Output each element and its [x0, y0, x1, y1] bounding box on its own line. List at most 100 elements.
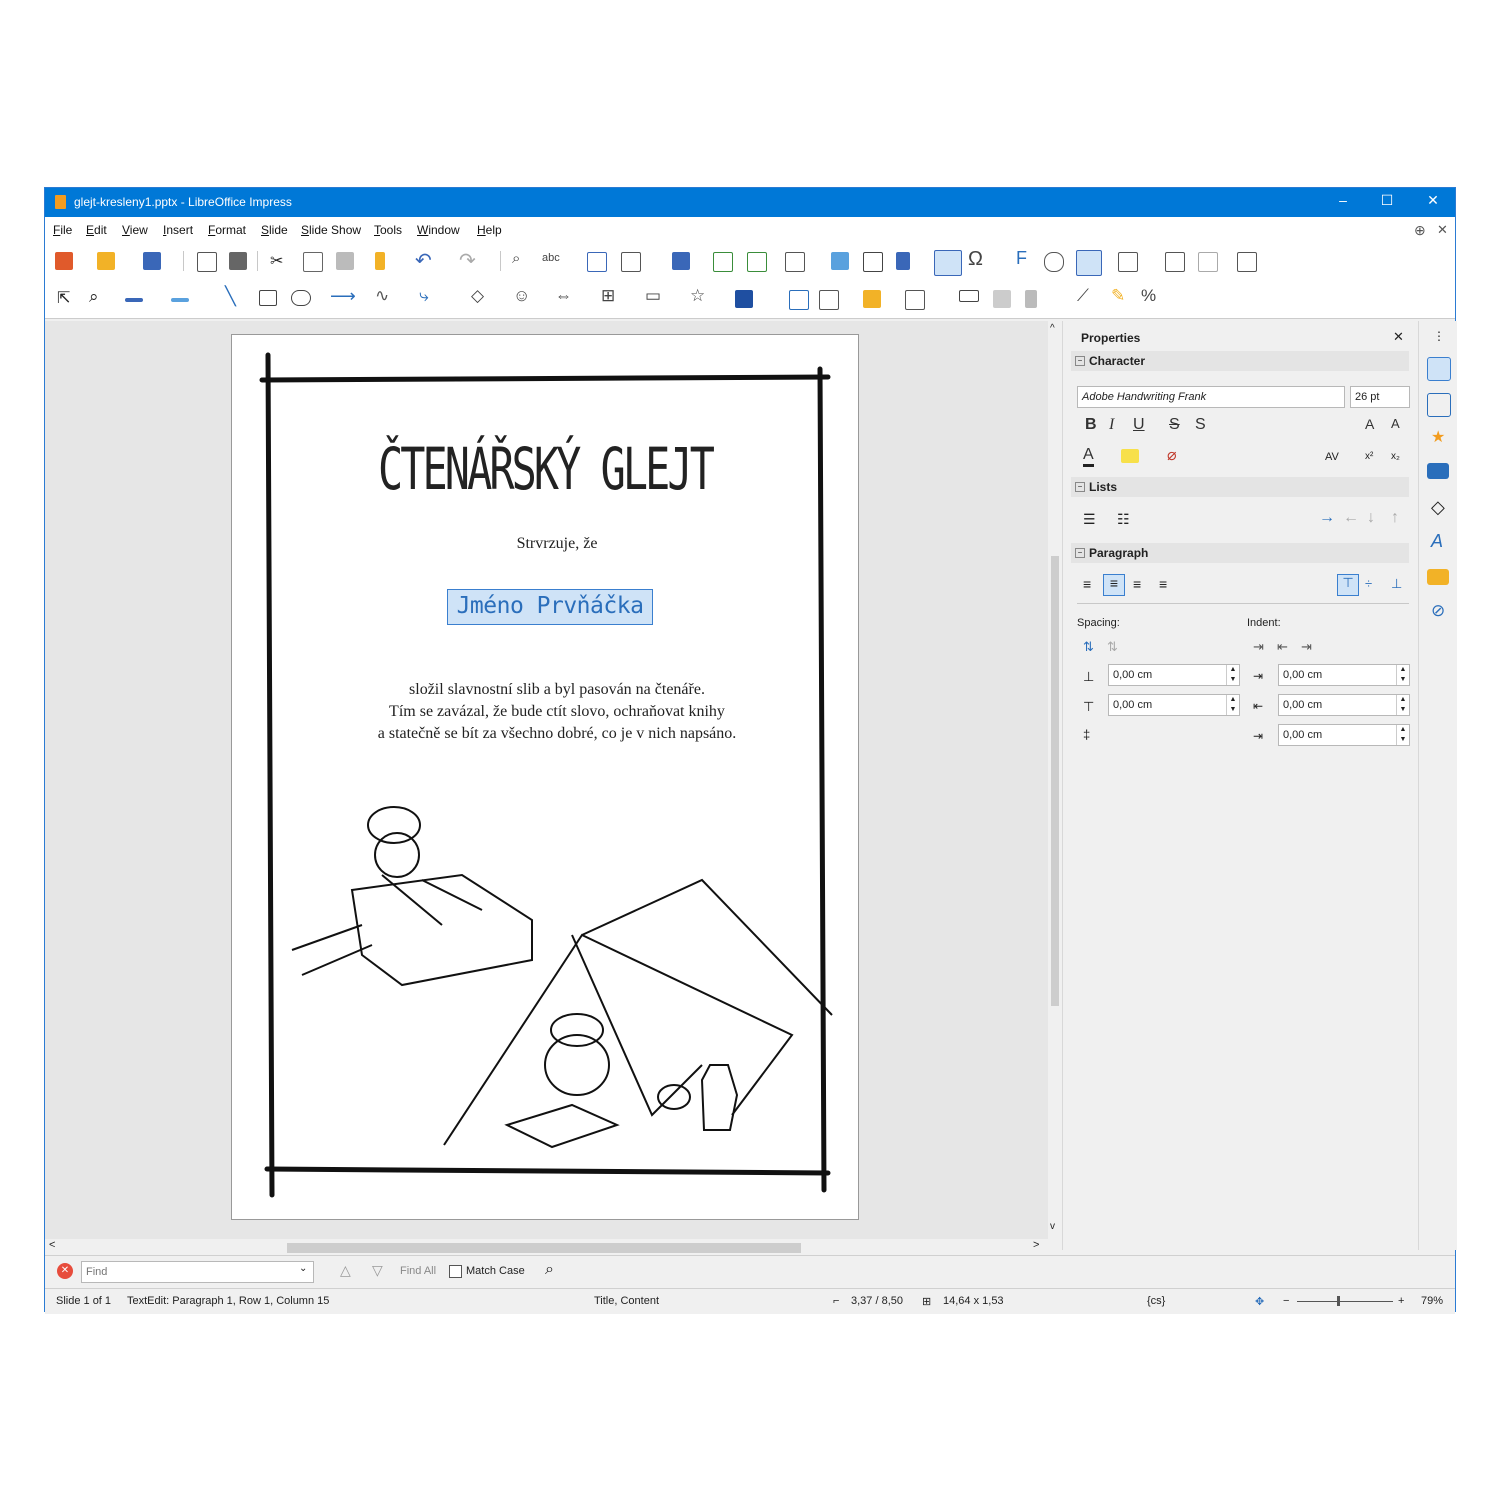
- decrease-indent-icon[interactable]: ⇤: [1277, 639, 1288, 655]
- increase-spacing-icon[interactable]: ⇅: [1083, 639, 1094, 655]
- menu-window[interactable]: Window: [417, 223, 460, 237]
- decrease-spacing-icon[interactable]: ⇅: [1107, 639, 1118, 655]
- line-spacing-icon[interactable]: ‡: [1083, 727, 1090, 742]
- master-slides-tab-icon[interactable]: [1427, 463, 1449, 479]
- menu-edit[interactable]: Edit: [86, 223, 107, 237]
- new-document-icon[interactable]: [55, 252, 73, 270]
- spin-icon[interactable]: ▲ ▼: [1226, 695, 1239, 715]
- rotate-icon[interactable]: [789, 290, 809, 310]
- font-color-icon[interactable]: A: [1083, 446, 1094, 467]
- start-current-slide-icon[interactable]: [747, 252, 767, 272]
- student-name[interactable]: Jméno Prvňáčka: [447, 593, 653, 619]
- minimize-button[interactable]: –: [1328, 192, 1358, 208]
- strikethrough-button[interactable]: S: [1169, 416, 1180, 434]
- menu-insert[interactable]: Insert: [163, 223, 193, 237]
- zoom-slider[interactable]: [1297, 1301, 1393, 1302]
- lists-section-header[interactable]: − Lists: [1071, 477, 1409, 497]
- slide-canvas[interactable]: ČTENÁŘSKÝ GLEJT Strvrzuje, že Jméno Prvň…: [45, 321, 1048, 1239]
- horizontal-scrollbar[interactable]: < >: [45, 1239, 1048, 1255]
- unordered-list-icon[interactable]: ☰: [1083, 511, 1096, 528]
- master-slide-icon[interactable]: [672, 252, 690, 270]
- demote-icon[interactable]: →: [1319, 509, 1335, 527]
- stars-icon[interactable]: ☆: [690, 286, 705, 306]
- menu-view[interactable]: View: [122, 223, 148, 237]
- vertical-scrollbar[interactable]: ^ v: [1048, 321, 1062, 1239]
- zoom-icon[interactable]: ⌕: [89, 287, 99, 307]
- line-color-icon[interactable]: [125, 298, 143, 302]
- toggle-extrusion-icon[interactable]: %: [1141, 286, 1156, 306]
- slide-title[interactable]: ČTENÁŘSKÝ GLEJT: [320, 435, 771, 503]
- underline-button[interactable]: U: [1133, 416, 1145, 434]
- duplicate-slide-icon[interactable]: [1165, 252, 1185, 272]
- close-document-icon[interactable]: ✕: [1437, 222, 1448, 238]
- insert-image-icon[interactable]: [831, 252, 849, 270]
- superscript-icon[interactable]: x²: [1365, 451, 1373, 462]
- increase-font-size-icon[interactable]: A: [1365, 416, 1374, 432]
- show-draw-functions-icon[interactable]: [1076, 250, 1102, 276]
- promote-icon[interactable]: ←: [1343, 509, 1359, 527]
- redo-icon[interactable]: ↷: [459, 248, 476, 273]
- glue-points-icon[interactable]: ✎: [1111, 286, 1125, 306]
- fit-slide-icon[interactable]: ✥: [1255, 1295, 1264, 1308]
- shadow-text-button[interactable]: S: [1195, 416, 1206, 434]
- menu-slide-show[interactable]: Slide Show: [301, 223, 361, 237]
- subscript-icon[interactable]: x₂: [1391, 451, 1400, 462]
- font-size-field[interactable]: 26 pt: [1350, 386, 1410, 408]
- fontwork-icon[interactable]: F: [1016, 248, 1027, 269]
- character-section-header[interactable]: − Character: [1071, 351, 1409, 371]
- menu-format[interactable]: Format: [208, 223, 246, 237]
- find-input[interactable]: [81, 1261, 314, 1283]
- animation-tab-icon[interactable]: ★: [1431, 427, 1445, 447]
- close-sidebar-icon[interactable]: ✕: [1393, 329, 1404, 345]
- align-center-icon[interactable]: ≡: [1103, 574, 1125, 596]
- fill-color-icon[interactable]: [171, 298, 189, 302]
- basic-shapes-icon[interactable]: ◇: [471, 286, 484, 306]
- indent-before-field[interactable]: 0,00 cm ▲ ▼: [1278, 664, 1410, 686]
- match-case-checkbox[interactable]: [449, 1265, 462, 1278]
- italic-button[interactable]: I: [1109, 416, 1114, 434]
- spelling-icon[interactable]: abc: [542, 252, 560, 264]
- scroll-right-icon[interactable]: >: [1033, 1239, 1039, 1251]
- find-replace-dialog-icon[interactable]: ⌕: [545, 1261, 554, 1279]
- align-bottom-icon[interactable]: ⊥: [1391, 576, 1402, 592]
- spacing-below-field[interactable]: 0,00 cm ▲ ▼: [1108, 694, 1240, 716]
- undo-icon[interactable]: ↶: [415, 248, 432, 273]
- move-down-icon[interactable]: ↓: [1367, 509, 1375, 527]
- filter-icon[interactable]: [1025, 290, 1037, 308]
- special-character-icon[interactable]: Ω: [968, 248, 983, 271]
- increase-indent-icon[interactable]: ⇥: [1253, 639, 1264, 655]
- crop-icon[interactable]: [993, 290, 1011, 308]
- spin-icon[interactable]: ▲ ▼: [1396, 665, 1409, 685]
- align-middle-icon[interactable]: ÷: [1365, 576, 1372, 591]
- find-all-button[interactable]: Find All: [400, 1265, 436, 1277]
- symbol-shapes-icon[interactable]: ☺: [513, 286, 530, 306]
- globe-icon[interactable]: ⊕: [1414, 222, 1426, 239]
- clone-formatting-icon[interactable]: [375, 252, 385, 270]
- 3d-objects-icon[interactable]: [735, 290, 753, 308]
- vertical-scroll-thumb[interactable]: [1051, 556, 1059, 1006]
- insert-media-icon[interactable]: [863, 252, 883, 272]
- slide[interactable]: ČTENÁŘSKÝ GLEJT Strvrzuje, že Jméno Prvň…: [231, 334, 859, 1220]
- zoom-in-icon[interactable]: +: [1398, 1295, 1404, 1307]
- close-find-bar-icon[interactable]: ✕: [57, 1263, 73, 1279]
- copy-icon[interactable]: [303, 252, 323, 272]
- scroll-up-icon[interactable]: ^: [1050, 323, 1055, 334]
- indent-after-field[interactable]: 0,00 cm ▲ ▼: [1278, 694, 1410, 716]
- navigator-tab-icon[interactable]: ⊘: [1431, 601, 1445, 621]
- maximize-button[interactable]: ☐: [1372, 192, 1402, 209]
- callout-icon[interactable]: ▭: [645, 286, 661, 306]
- character-spacing-icon[interactable]: AV: [1325, 451, 1339, 463]
- curve-icon[interactable]: ∿: [375, 286, 389, 306]
- block-arrows-icon[interactable]: ⇔: [555, 286, 572, 306]
- zoom-out-icon[interactable]: −: [1283, 1295, 1289, 1307]
- menu-tools[interactable]: Tools: [374, 223, 402, 237]
- points-icon[interactable]: ⟋: [1077, 286, 1089, 306]
- slide-layout-icon[interactable]: [1237, 252, 1257, 272]
- save-icon[interactable]: [143, 252, 161, 270]
- align-objects-icon[interactable]: [819, 290, 839, 310]
- gallery-tab-icon[interactable]: [1427, 569, 1449, 585]
- menu-file[interactable]: File: [53, 223, 72, 237]
- hanging-indent-icon[interactable]: ⇥: [1301, 639, 1312, 655]
- menu-help[interactable]: Help: [477, 223, 502, 237]
- line-tool-icon[interactable]: ╲: [225, 286, 236, 307]
